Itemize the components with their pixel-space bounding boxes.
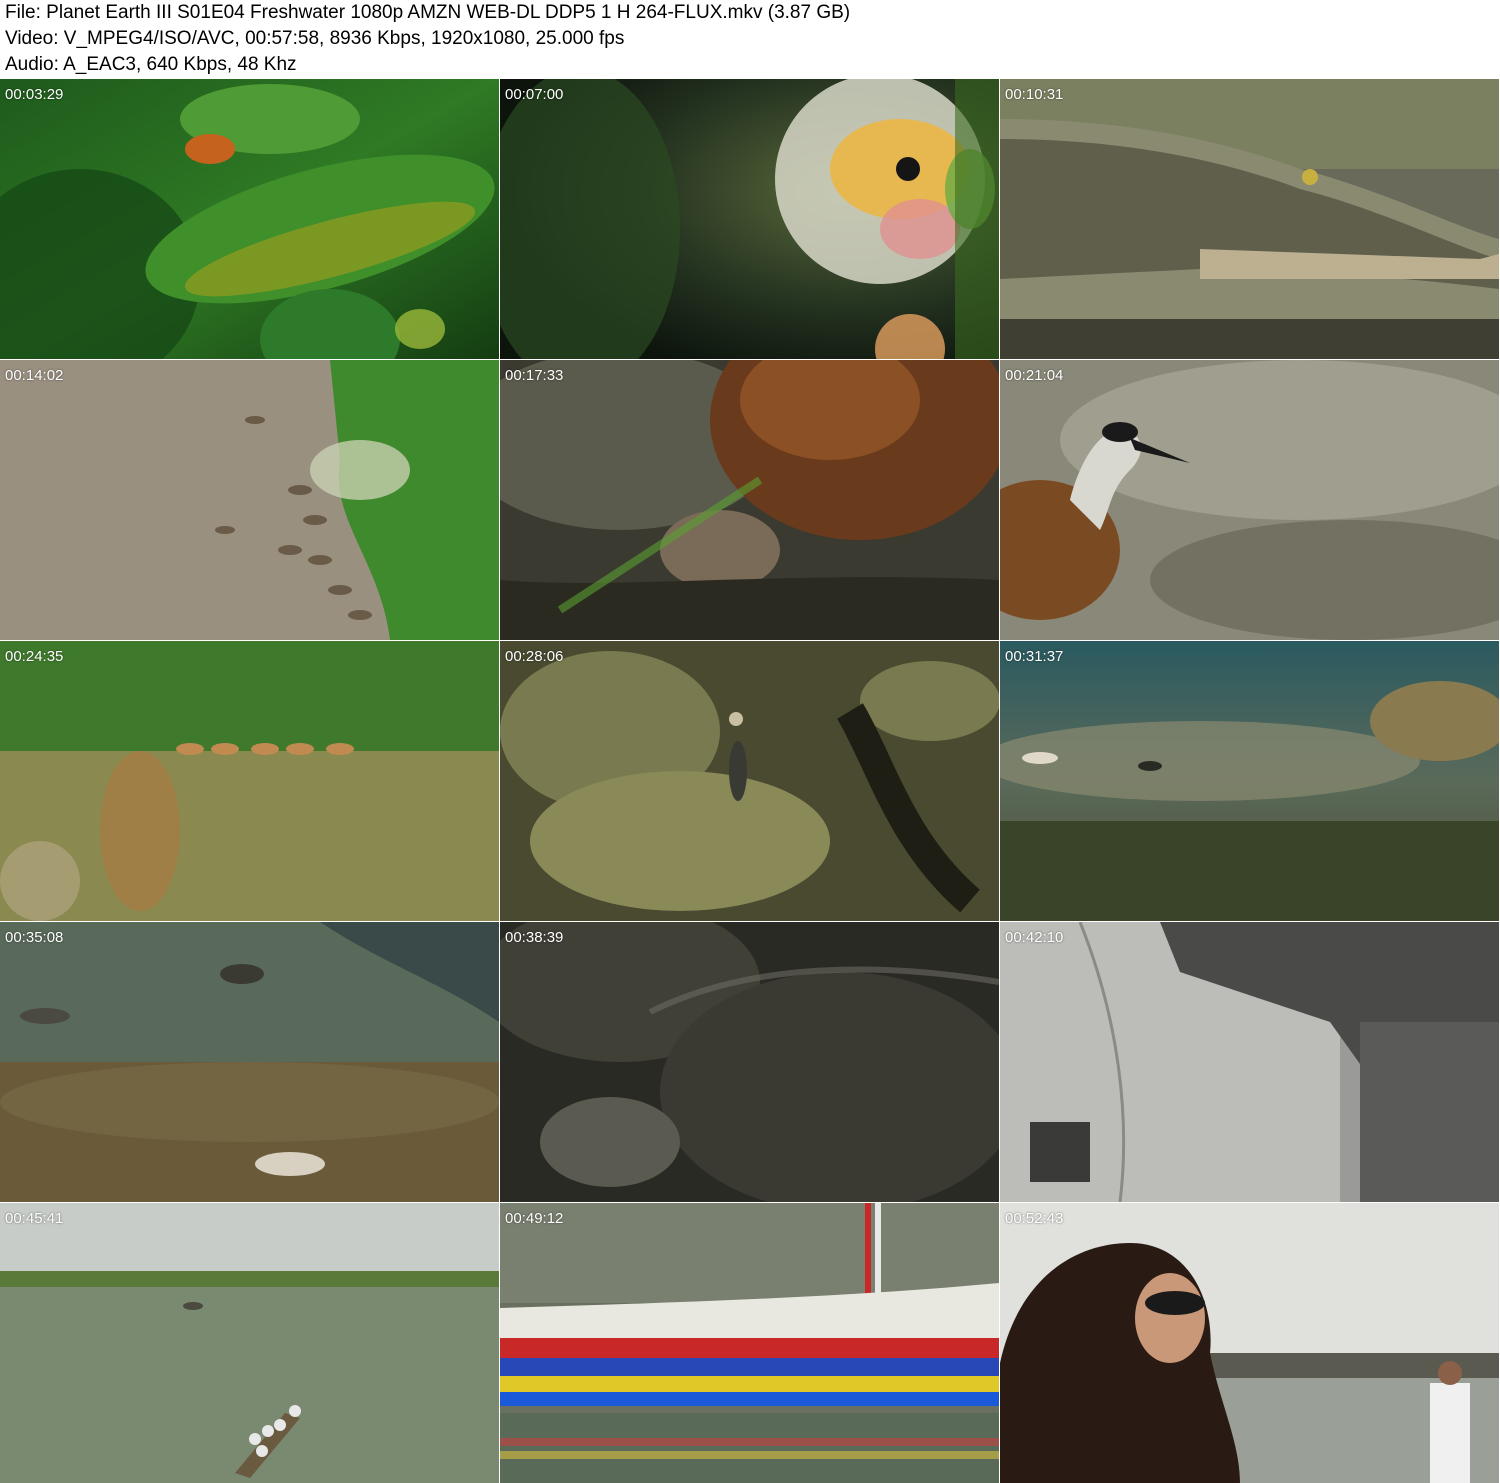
thumbnail-underwater-riverbed: 00:31:37 bbox=[1000, 641, 1499, 921]
thumbnail-timestamp: 00:35:08 bbox=[5, 929, 64, 946]
thumbnail-timestamp: 00:21:04 bbox=[1005, 367, 1064, 384]
thumbnail-boat-river: 00:45:41 bbox=[0, 1203, 499, 1483]
thumbnail-painted-boat: 00:49:12 bbox=[500, 1203, 999, 1483]
thumbnail-image bbox=[1000, 641, 1499, 921]
thumbnail-image bbox=[1000, 360, 1499, 640]
thumbnail-dam-wall: 00:42:10 bbox=[1000, 922, 1499, 1202]
thumbnail-crocodile: 00:10:31 bbox=[1000, 79, 1499, 359]
thumbnail-image bbox=[1000, 79, 1499, 359]
video-info-line: Video: V_MPEG4/ISO/AVC, 00:57:58, 8936 K… bbox=[5, 28, 625, 49]
thumbnail-timestamp: 00:52:43 bbox=[1005, 1210, 1064, 1227]
thumbnail-image bbox=[500, 922, 999, 1202]
thumbnail-timestamp: 00:42:10 bbox=[1005, 929, 1064, 946]
thumbnail-image bbox=[500, 360, 999, 640]
thumbnail-timestamp: 00:14:02 bbox=[5, 367, 64, 384]
thumbnail-image bbox=[500, 79, 999, 359]
thumbnail-jacana: 00:21:04 bbox=[1000, 360, 1499, 640]
thumbnail-timestamp: 00:03:29 bbox=[5, 86, 64, 103]
file-info-line: File: Planet Earth III S01E04 Freshwater… bbox=[5, 2, 851, 23]
thumbnail-image bbox=[0, 922, 499, 1202]
thumbnail-timestamp: 00:17:33 bbox=[505, 367, 564, 384]
thumbnail-image bbox=[0, 79, 499, 359]
thumbnail-image bbox=[1000, 1203, 1499, 1483]
thumbnail-grid: 00:03:29 00:07:00 00:10:31 00:14:02 00:1… bbox=[0, 79, 1500, 1483]
thumbnail-timestamp: 00:45:41 bbox=[5, 1210, 64, 1227]
thumbnail-tree-frog: 00:03:29 bbox=[0, 79, 499, 359]
thumbnail-aerial-herd: 00:14:02 bbox=[0, 360, 499, 640]
thumbnail-image bbox=[0, 360, 499, 640]
thumbnail-image bbox=[0, 641, 499, 921]
thumbnail-timestamp: 00:38:39 bbox=[505, 929, 564, 946]
thumbnail-timestamp: 00:24:35 bbox=[5, 648, 64, 665]
thumbnail-image bbox=[500, 1203, 999, 1483]
audio-info-line: Audio: A_EAC3, 640 Kbps, 48 Khz bbox=[5, 54, 297, 75]
thumbnail-tadpole-egg: 00:07:00 bbox=[500, 79, 999, 359]
thumbnail-wild-dog-aerial: 00:28:06 bbox=[500, 641, 999, 921]
file-info-header: File: Planet Earth III S01E04 Freshwater… bbox=[0, 0, 1500, 78]
thumbnail-timestamp: 00:49:12 bbox=[505, 1210, 564, 1227]
thumbnail-image bbox=[500, 641, 999, 921]
thumbnail-wild-dog-grassland: 00:24:35 bbox=[0, 641, 499, 921]
thumbnail-timestamp: 00:28:06 bbox=[505, 648, 564, 665]
thumbnail-timestamp: 00:31:37 bbox=[1005, 648, 1064, 665]
thumbnail-image bbox=[1000, 922, 1499, 1202]
thumbnail-timestamp: 00:10:31 bbox=[1005, 86, 1064, 103]
thumbnail-underwater-fish: 00:35:08 bbox=[0, 922, 499, 1202]
thumbnail-wet-rock: 00:38:39 bbox=[500, 922, 999, 1202]
thumbnail-image bbox=[0, 1203, 499, 1483]
thumbnail-woman-riverbank: 00:52:43 bbox=[1000, 1203, 1499, 1483]
thumbnail-bird-chick: 00:17:33 bbox=[500, 360, 999, 640]
thumbnail-timestamp: 00:07:00 bbox=[505, 86, 564, 103]
